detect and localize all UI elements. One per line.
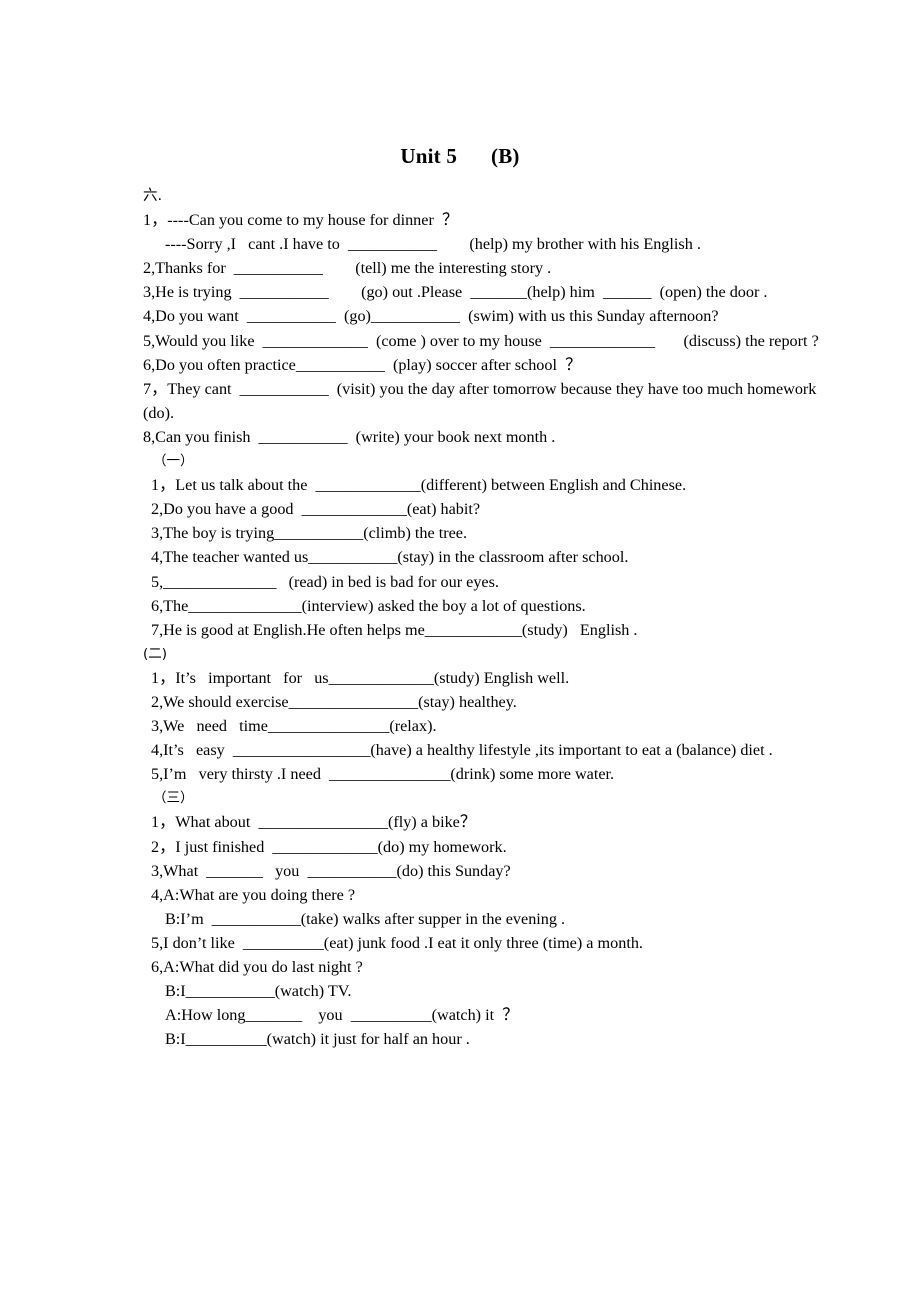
- exercise-line: 2，I just finished _____________(do) my h…: [151, 837, 507, 856]
- exercise-line: 2,Thanks for ___________ (tell) me the i…: [143, 259, 552, 278]
- exercise-line: 3,What _______ you ___________(do) this …: [151, 861, 511, 880]
- exercise-line: 8,Can you finish ___________ (write) you…: [143, 427, 556, 446]
- exercise-line: 7,He is good at English.He often helps m…: [151, 620, 638, 639]
- exercise-line: 2,We should exercise________________(sta…: [151, 692, 517, 711]
- exercise-line: 5,______________ (read) in bed is bad fo…: [151, 572, 499, 591]
- exercise-line: 4,Do you want ___________ (go)__________…: [143, 307, 719, 326]
- exercise-line: 1，It’s important for us_____________(stu…: [151, 668, 570, 687]
- section-six-heading: 六.: [143, 188, 163, 204]
- exercise-line: B:I’m ___________(take) walks after supp…: [165, 909, 566, 928]
- exercise-line: 3,We need time_______________(relax).: [151, 717, 437, 736]
- exercise-line: 1，What about ________________(fly) a bik…: [151, 813, 477, 832]
- exercise-line: A:How long_______ you __________(watch) …: [165, 1006, 519, 1025]
- exercise-line: ----Sorry ,I cant .I have to ___________…: [165, 235, 701, 254]
- exercise-line: 5,I’m very thirsty .I need _____________…: [151, 765, 615, 784]
- exercise-line: 6,A:What did you do last night ?: [151, 958, 363, 976]
- exercise-line: B:I__________(watch) it just for half an…: [165, 1030, 470, 1049]
- exercise-line: 4,It’s easy _________________(have) a he…: [151, 741, 773, 760]
- section-three-heading: （三）: [153, 790, 194, 807]
- exercise-line: 7，They cant ___________ (visit) you the …: [143, 379, 821, 422]
- exercise-line: 3,The boy is trying___________(climb) th…: [151, 524, 468, 543]
- worksheet-body: 六. 1，----Can you come to my house for di…: [143, 184, 823, 1051]
- exercise-line: 4,The teacher wanted us___________(stay)…: [151, 548, 629, 567]
- section-two-heading: (二): [143, 645, 168, 662]
- exercise-line: 5,Would you like _____________ (come ) o…: [143, 331, 819, 350]
- exercise-line: 1，----Can you come to my house for dinne…: [143, 211, 459, 230]
- exercise-line: 5,I don’t like __________(eat) junk food…: [151, 933, 643, 952]
- exercise-line: 6,The______________(interview) asked the…: [151, 596, 586, 615]
- exercise-line: 1，Let us talk about the _____________(di…: [151, 476, 687, 495]
- section-one-heading: （一）: [153, 453, 194, 470]
- exercise-line: B:I___________(watch) TV.: [165, 982, 352, 1001]
- page-title: Unit 5 (B): [0, 144, 920, 169]
- page-title-main: Unit 5: [400, 144, 458, 168]
- exercise-line: 6,Do you often practice___________ (play…: [143, 355, 582, 374]
- exercise-line: 2,Do you have a good _____________(eat) …: [151, 500, 481, 519]
- exercise-line: 4,A:What are you doing there ?: [151, 885, 356, 904]
- worksheet-page: Unit 5 (B) 六. 1，----Can you come to my ho…: [0, 0, 920, 1302]
- exercise-line: 3,He is trying ___________ (go) out .Ple…: [143, 283, 768, 302]
- page-title-suffix: (B): [491, 144, 520, 168]
